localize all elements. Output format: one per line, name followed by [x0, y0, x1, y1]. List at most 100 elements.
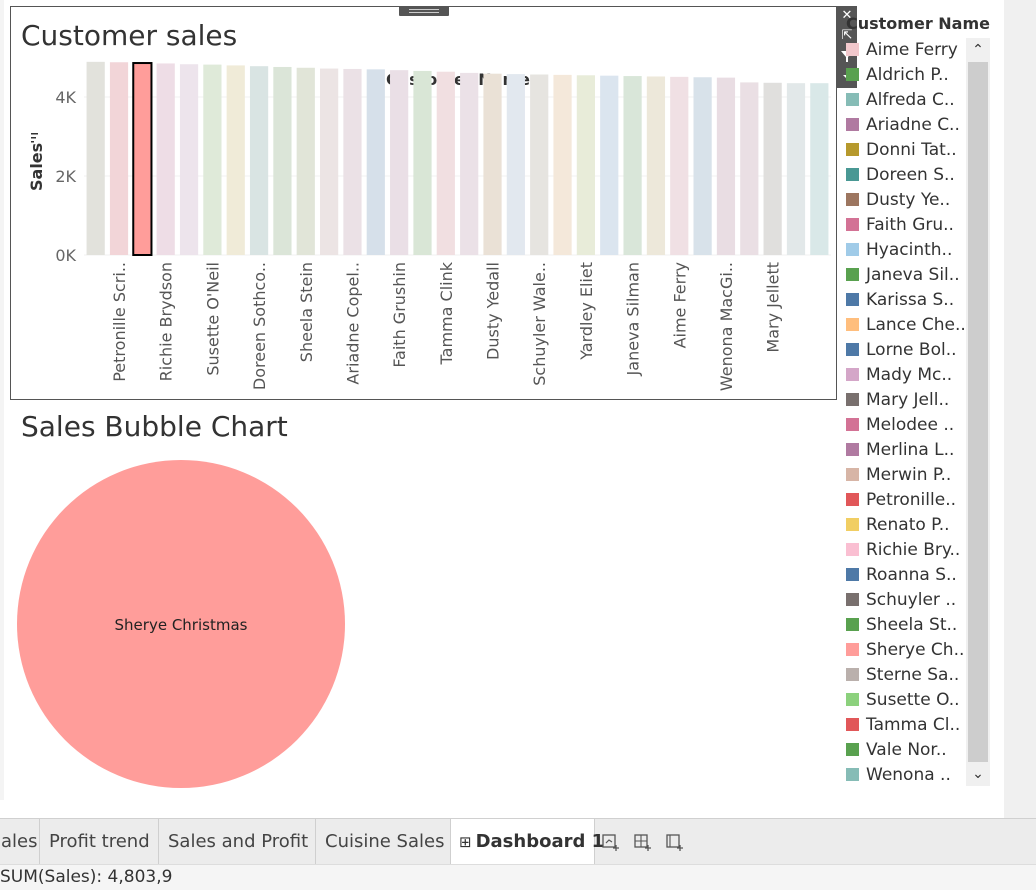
bar[interactable]	[553, 74, 572, 255]
legend-swatch	[846, 443, 859, 456]
bar[interactable]	[273, 66, 292, 255]
x-tick-label: Mary Jellett	[764, 262, 783, 353]
bar[interactable]	[179, 64, 199, 255]
bar[interactable]	[670, 76, 689, 255]
legend-label: Sheela St..	[866, 615, 958, 635]
bar[interactable]	[786, 83, 806, 255]
bar[interactable]	[320, 68, 339, 255]
sheet-tab-bar: ales Profit trend Sales and Profit Cuisi…	[0, 818, 1036, 864]
legend-item[interactable]: Merlina L..	[843, 438, 965, 463]
legend-label: Merlina L..	[866, 440, 955, 460]
legend-item[interactable]: Ariadne C..	[843, 113, 965, 138]
bar[interactable]	[483, 73, 502, 255]
x-tick-label: Richie Brydson	[157, 262, 176, 381]
bar[interactable]	[623, 76, 642, 255]
legend-item[interactable]: Alfreda C..	[843, 88, 965, 113]
legend-item[interactable]: Renato P..	[843, 513, 965, 538]
legend-item[interactable]: Roanna S..	[843, 563, 965, 588]
legend-label: Doreen S..	[866, 165, 955, 185]
bar[interactable]	[249, 66, 269, 255]
sort-icon[interactable]	[31, 133, 38, 143]
sales-bubble-chart[interactable]: Sherye Christmas	[10, 450, 350, 790]
bar[interactable]	[86, 61, 105, 255]
scrollbar-thumb[interactable]	[968, 62, 988, 762]
bar[interactable]	[296, 67, 315, 255]
bar[interactable]	[600, 75, 619, 255]
bar[interactable]	[436, 71, 455, 255]
bar[interactable]	[109, 62, 129, 255]
x-tick-label: Aime Ferry	[670, 262, 689, 348]
customer-sales-chart[interactable]: Customer Name Sales 0K2K4K Petronille Sc…	[10, 6, 837, 400]
legend-item[interactable]: Richie Bry..	[843, 538, 965, 563]
legend-item[interactable]: Vale Nor..	[843, 738, 965, 763]
color-legend[interactable]: Aime Ferry Aldrich P.. Alfreda C.. Ariadne …	[843, 38, 965, 786]
legend-item[interactable]: Wenona ..	[843, 763, 965, 786]
legend-item[interactable]: Donni Tat..	[843, 138, 965, 163]
x-tick-label: Schuyler Wale..	[530, 262, 549, 386]
bar[interactable]	[763, 82, 782, 255]
legend-label: Roanna S..	[866, 565, 957, 585]
legend-item[interactable]: Melodee ..	[843, 413, 965, 438]
legend-item[interactable]: Lance Che..	[843, 313, 965, 338]
legend-item[interactable]: Mary Jell..	[843, 388, 965, 413]
legend-scrollbar[interactable]: ⌃ ⌄	[966, 38, 990, 786]
bar[interactable]	[530, 74, 549, 255]
legend-item[interactable]: Faith Gru..	[843, 213, 965, 238]
legend-item[interactable]: Sterne Sa..	[843, 663, 965, 688]
tab-dashboard-1-label: Dashboard 1	[475, 831, 605, 852]
bar[interactable]	[460, 72, 479, 255]
legend-label: Hyacinth..	[866, 240, 953, 260]
legend-item[interactable]: Lorne Bol..	[843, 338, 965, 363]
chevron-down-icon[interactable]: ⌄	[966, 762, 990, 786]
new-story-icon[interactable]	[664, 831, 686, 853]
bar[interactable]	[576, 75, 595, 256]
bar[interactable]	[226, 65, 245, 256]
bar[interactable]	[740, 82, 759, 255]
legend-item[interactable]: Schuyler ..	[843, 588, 965, 613]
legend-item[interactable]: Hyacinth..	[843, 238, 965, 263]
legend-swatch	[846, 668, 859, 681]
legend-label: Mary Jell..	[866, 390, 950, 410]
legend-item[interactable]: Janeva Sil..	[843, 263, 965, 288]
tab-profit-trend[interactable]: Profit trend	[40, 819, 159, 864]
bar[interactable]	[693, 77, 712, 255]
tab-sales[interactable]: ales	[0, 819, 40, 864]
legend-item[interactable]: Sherye Ch..	[843, 638, 965, 663]
bar[interactable]	[366, 69, 385, 255]
legend-item[interactable]: Sheela St..	[843, 613, 965, 638]
bar[interactable]	[343, 68, 362, 255]
bar[interactable]	[390, 70, 409, 255]
tab-dashboard-1[interactable]: ⊞ Dashboard 1	[451, 819, 604, 864]
legend-swatch	[846, 343, 859, 356]
legend-item[interactable]: Petronille..	[843, 488, 965, 513]
legend-item[interactable]: Dusty Ye..	[843, 188, 965, 213]
legend-swatch	[846, 193, 859, 206]
tab-cuisine-sales[interactable]: Cuisine Sales	[316, 819, 451, 864]
legend-item[interactable]: Aldrich P..	[843, 63, 965, 88]
bar[interactable]	[646, 76, 666, 256]
bar-selected[interactable]	[132, 62, 153, 256]
legend-item[interactable]: Karissa S..	[843, 288, 965, 313]
chevron-up-icon[interactable]: ⌃	[966, 38, 990, 62]
bar[interactable]	[156, 63, 175, 255]
legend-item[interactable]: Aime Ferry	[843, 38, 965, 63]
legend-item[interactable]: Tamma Cl..	[843, 713, 965, 738]
dashboard-icon: ⊞	[459, 833, 472, 851]
legend-item[interactable]: Doreen S..	[843, 163, 965, 188]
bar[interactable]	[716, 77, 736, 256]
legend-item[interactable]: Mady Mc..	[843, 363, 965, 388]
bar[interactable]	[413, 70, 432, 256]
bar[interactable]	[506, 74, 525, 255]
tab-sales-and-profit[interactable]: Sales and Profit	[159, 819, 316, 864]
bar[interactable]	[203, 64, 222, 255]
legend-label: Sterne Sa..	[866, 665, 960, 685]
legend-swatch	[846, 393, 859, 406]
legend-label: Lance Che..	[866, 315, 965, 335]
new-worksheet-icon[interactable]	[600, 831, 622, 853]
bar[interactable]	[810, 83, 829, 255]
legend-label: Susette O..	[866, 690, 960, 710]
legend-item[interactable]: Merwin P..	[843, 463, 965, 488]
y-tick-label: 4K	[55, 88, 76, 107]
legend-item[interactable]: Susette O..	[843, 688, 965, 713]
new-dashboard-icon[interactable]	[632, 831, 654, 853]
